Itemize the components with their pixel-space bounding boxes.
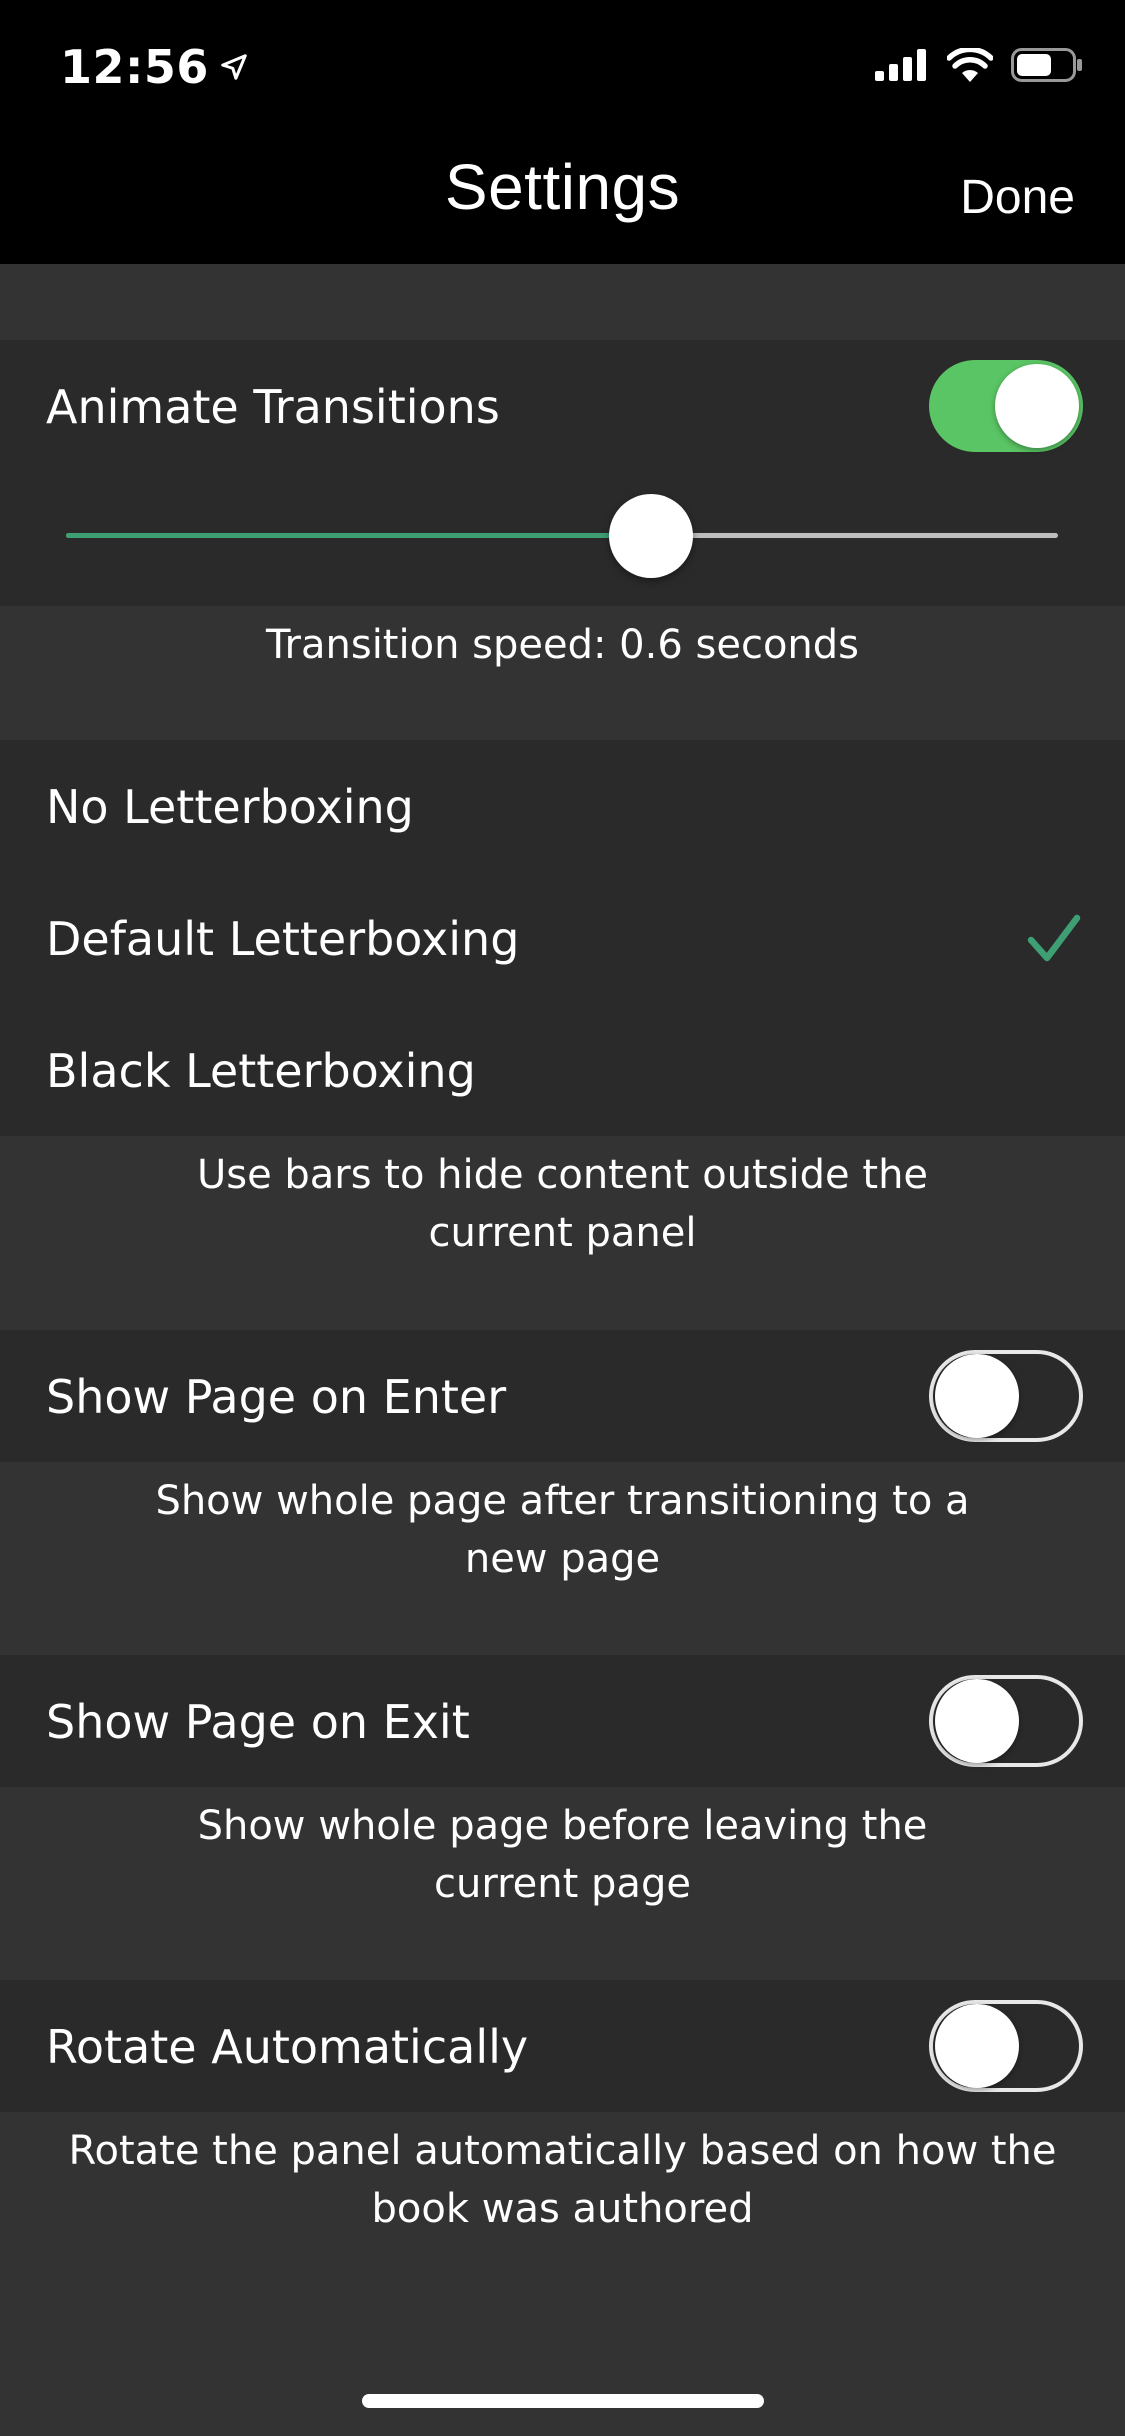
page-title: Settings: [444, 151, 681, 223]
letterboxing-footer-line1: Use bars to hide content outside the: [196, 1152, 929, 1198]
checkmark-icon: [1027, 914, 1081, 962]
slider-fill: [66, 533, 652, 538]
show-page-on-exit-label: Show Page on Exit: [46, 1695, 470, 1749]
show-page-on-enter-cell: Show Page on Enter: [0, 1330, 1125, 1462]
transition-speed-footer: Transition speed: 0.6 seconds: [0, 616, 1125, 674]
toggle-knob: [935, 1354, 1019, 1438]
show-page-on-enter-footer: Show whole page after transitioning to a…: [0, 1472, 1125, 1588]
letterboxing-footer: Use bars to hide content outside the cur…: [0, 1146, 1125, 1262]
letterboxing-option-default[interactable]: Default Letterboxing: [46, 912, 519, 966]
location-arrow-icon: [221, 54, 247, 80]
done-button[interactable]: Done: [960, 170, 1075, 225]
show-page-on-exit-footer: Show whole page before leaving the curre…: [0, 1797, 1125, 1913]
animate-transitions-cell: Animate Transitions: [0, 340, 1125, 606]
status-time: 12:56: [60, 40, 249, 94]
cellular-signal-icon: [875, 49, 926, 81]
rotate-automatically-cell: Rotate Automatically: [0, 1980, 1125, 2112]
battery-icon: [1011, 48, 1082, 82]
rotate-automatically-label: Rotate Automatically: [46, 2020, 529, 2074]
rotate-automatically-toggle[interactable]: [929, 2000, 1083, 2092]
letterboxing-footer-line2: current panel: [428, 1210, 697, 1256]
transition-speed-text: Transition speed: 0.6 seconds: [265, 622, 859, 668]
toggle-knob: [935, 1679, 1019, 1763]
show-page-on-exit-cell: Show Page on Exit: [0, 1655, 1125, 1787]
transition-speed-slider[interactable]: [66, 494, 1058, 578]
settings-screen: 12:56 Settings Done Animate Transitions …: [0, 0, 1125, 2436]
status-icons: [875, 48, 1083, 82]
show-page-on-exit-footer-line2: current page: [434, 1861, 691, 1907]
status-time-text: 12:56: [60, 40, 209, 94]
rotate-automatically-footer-line1: Rotate the panel automatically based on …: [68, 2128, 1057, 2174]
show-page-on-exit-toggle[interactable]: [929, 1675, 1083, 1767]
toggle-knob: [995, 364, 1079, 448]
letterboxing-option-none[interactable]: No Letterboxing: [46, 780, 414, 834]
show-page-on-enter-toggle[interactable]: [929, 1350, 1083, 1442]
top-bar: 12:56 Settings Done: [0, 0, 1125, 264]
show-page-on-enter-footer-line2: new page: [464, 1536, 661, 1582]
rotate-automatically-footer-line2: book was authored: [371, 2186, 754, 2232]
toggle-knob: [935, 2004, 1019, 2088]
rotate-automatically-footer: Rotate the panel automatically based on …: [0, 2122, 1125, 2238]
wifi-icon: [947, 48, 993, 82]
show-page-on-enter-label: Show Page on Enter: [46, 1370, 507, 1424]
letterboxing-group: No Letterboxing Default Letterboxing Bla…: [0, 740, 1125, 1136]
show-page-on-enter-footer-line1: Show whole page after transitioning to a: [155, 1478, 970, 1524]
show-page-on-exit-footer-line1: Show whole page before leaving the: [197, 1803, 928, 1849]
animate-transitions-label: Animate Transitions: [46, 380, 500, 434]
slider-thumb[interactable]: [609, 494, 694, 578]
letterboxing-option-black[interactable]: Black Letterboxing: [46, 1044, 476, 1098]
animate-transitions-toggle[interactable]: [929, 360, 1083, 452]
home-indicator[interactable]: [362, 2394, 764, 2408]
